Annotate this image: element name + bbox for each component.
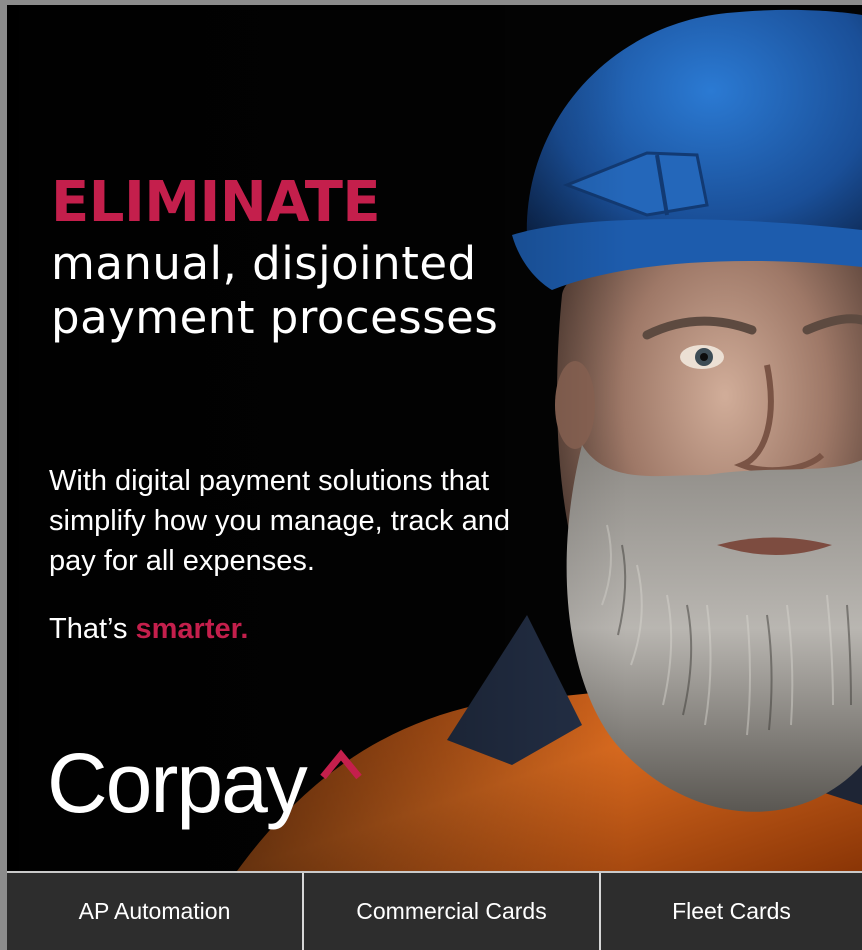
page: ELIMINATE manual, disjointed payment pro… (0, 0, 862, 950)
product-nav: AP Automation Commercial Cards Fleet Car… (7, 871, 862, 950)
tagline: That’s smarter. (49, 609, 248, 649)
corpay-ad-banner[interactable]: ELIMINATE manual, disjointed payment pro… (7, 5, 862, 871)
tagline-prefix: That’s (49, 613, 136, 645)
headline-subtitle: manual, disjointed payment processes (51, 237, 499, 344)
commercial-cards-button[interactable]: Commercial Cards (302, 873, 599, 950)
headline-eliminate: ELIMINATE (51, 170, 381, 235)
tagline-accent: smarter. (135, 613, 249, 645)
corpay-logo: Corpay (47, 736, 308, 830)
ad-body-copy: With digital payment solutions that simp… (49, 465, 510, 577)
caret-logo-icon (320, 749, 362, 780)
fleet-cards-button[interactable]: Fleet Cards (599, 873, 862, 950)
ap-automation-button[interactable]: AP Automation (7, 873, 302, 950)
